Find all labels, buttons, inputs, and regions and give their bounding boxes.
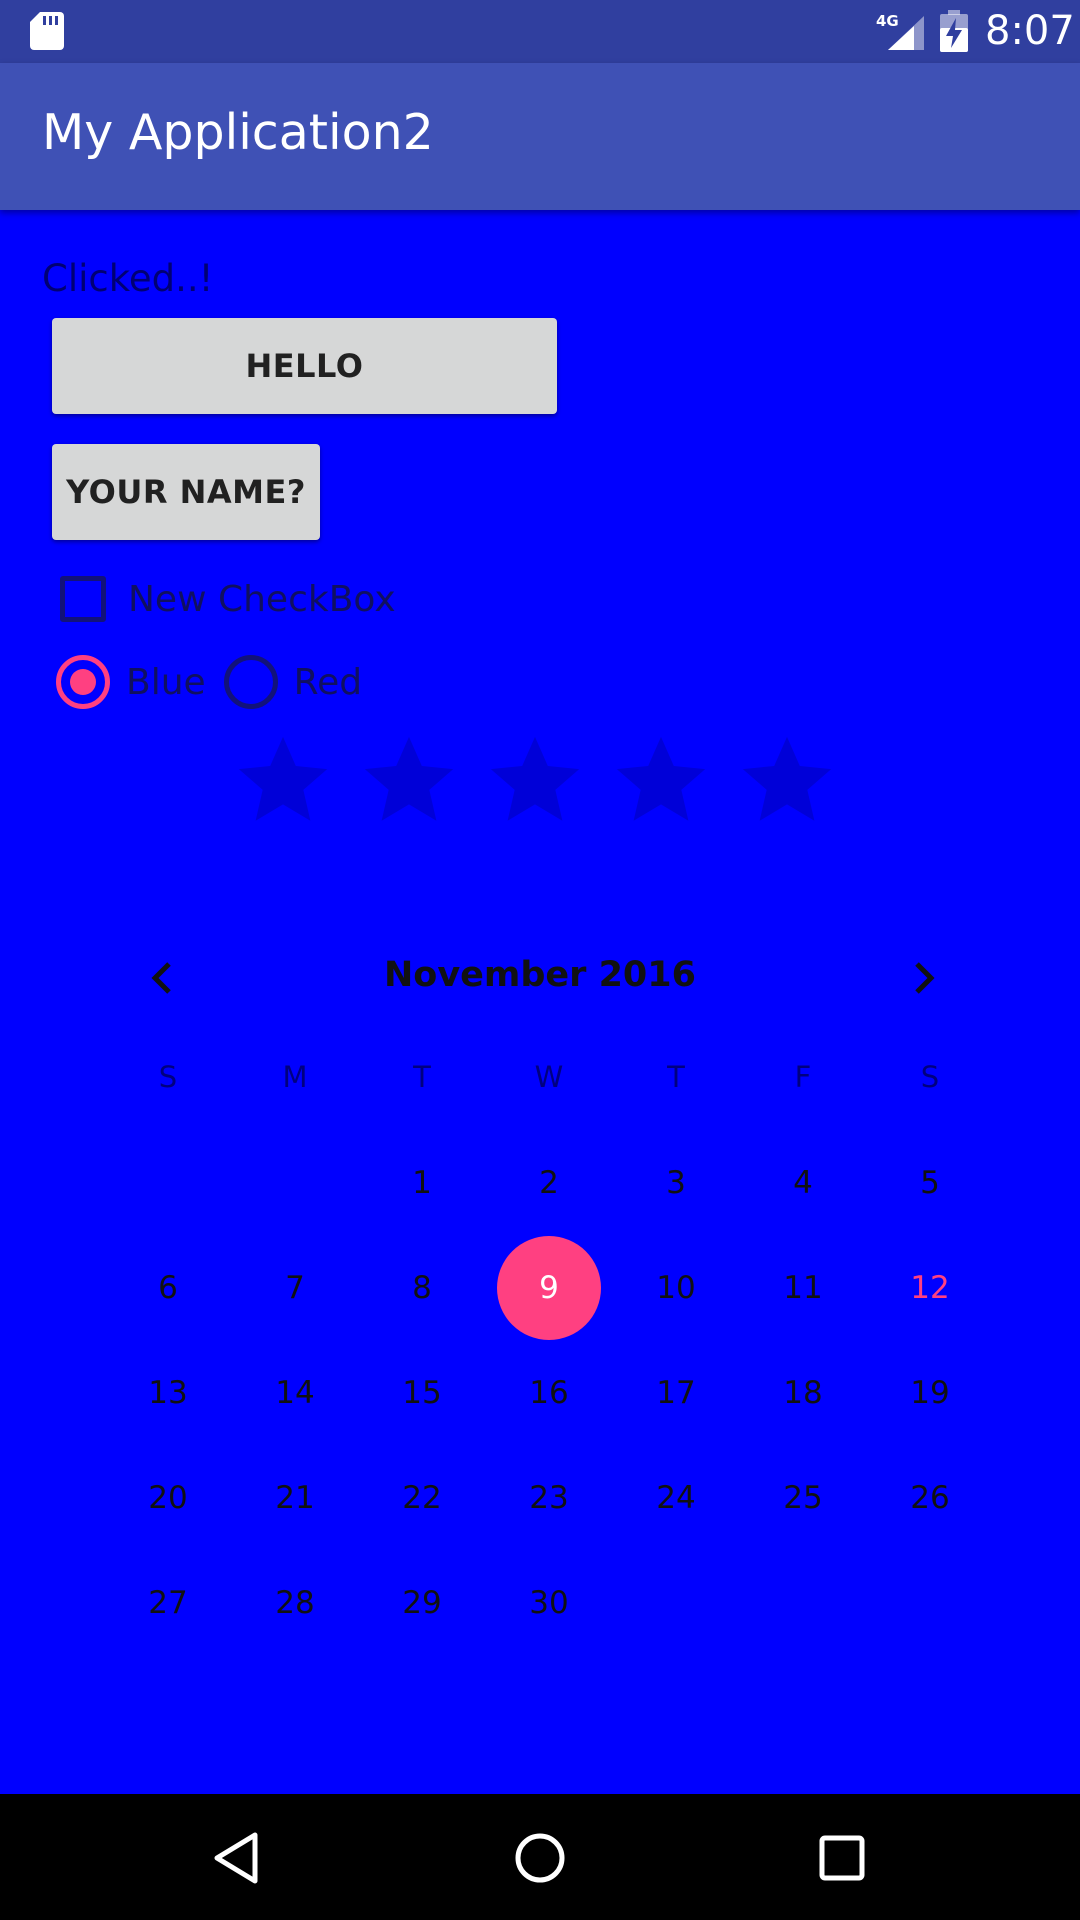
radio-red[interactable] (223, 655, 278, 709)
calendar-day[interactable]: 5 (868, 1130, 992, 1235)
calendar-day[interactable]: 4 (741, 1130, 865, 1235)
chevron-right-icon (915, 962, 935, 994)
weekday-label: S (158, 1060, 178, 1094)
calendar-day[interactable]: 1 (360, 1130, 484, 1235)
home-button[interactable] (508, 1826, 572, 1890)
calendar-day[interactable]: 17 (614, 1340, 738, 1445)
calendar-day[interactable]: 8 (360, 1235, 484, 1340)
radio-red-label[interactable]: Red (294, 662, 362, 703)
calendar-day[interactable]: 12 (868, 1235, 992, 1340)
calendar-day[interactable]: 15 (360, 1340, 484, 1445)
signal-icon: 4G (876, 12, 924, 50)
app-title: My Application2 (42, 104, 434, 161)
checkbox-box[interactable] (60, 576, 106, 622)
calendar-day[interactable]: 19 (868, 1340, 992, 1445)
calendar-day[interactable]: 23 (487, 1445, 611, 1550)
rating-star-icon[interactable] (356, 728, 462, 834)
weekday-label: S (920, 1060, 940, 1094)
back-button[interactable] (204, 1826, 268, 1890)
calendar-day-grid: 1 2 3 4 5 6 7 8 9 10 11 12 13 14 15 16 17 18 19 20 21 22 23 24 2… (106, 1130, 974, 1670)
your-name-button[interactable]: YOUR NAME? (52, 444, 320, 540)
calendar-day[interactable]: 30 (487, 1550, 611, 1655)
radio-blue-dot (70, 669, 96, 695)
radio-blue-label[interactable]: Blue (126, 662, 206, 703)
navigation-bar (0, 1794, 1080, 1920)
battery-charging-icon (940, 10, 968, 52)
next-month-button[interactable] (896, 950, 952, 1006)
calendar-day[interactable]: 3 (614, 1130, 738, 1235)
calendar-day[interactable]: 26 (868, 1445, 992, 1550)
clicked-text: Clicked..! (42, 257, 214, 300)
recents-icon (819, 1835, 865, 1881)
calendar-day[interactable]: 20 (106, 1445, 230, 1550)
selected-day-circle: 9 (497, 1235, 601, 1340)
hello-button[interactable]: HELLO (52, 318, 557, 414)
calendar-day-selected[interactable]: 9 (487, 1235, 611, 1340)
weekday-label: T (413, 1060, 431, 1094)
recents-button[interactable] (810, 1826, 874, 1890)
calendar-day[interactable]: 11 (741, 1235, 865, 1340)
calendar-day[interactable]: 21 (233, 1445, 357, 1550)
home-icon (515, 1833, 565, 1883)
calendar-day[interactable]: 27 (106, 1550, 230, 1655)
back-icon (214, 1832, 258, 1884)
status-time: 8:07 (985, 8, 1075, 54)
calendar-day[interactable]: 29 (360, 1550, 484, 1655)
calendar-day[interactable]: 24 (614, 1445, 738, 1550)
calendar-day[interactable]: 22 (360, 1445, 484, 1550)
calendar-day[interactable]: 10 (614, 1235, 738, 1340)
rating-star-icon[interactable] (482, 728, 588, 834)
weekday-label: M (282, 1060, 308, 1094)
calendar-day[interactable]: 2 (487, 1130, 611, 1235)
weekday-label: W (534, 1060, 564, 1094)
calendar-day[interactable]: 13 (106, 1340, 230, 1445)
new-checkbox[interactable]: New CheckBox (58, 572, 396, 626)
calendar-weekday-header: S M T W T F S (106, 1060, 974, 1110)
weekday-label: T (667, 1060, 685, 1094)
color-radio-group: Blue Red (56, 654, 380, 710)
calendar-day[interactable]: 16 (487, 1340, 611, 1445)
rating-star-icon[interactable] (230, 728, 336, 834)
radio-blue[interactable] (56, 655, 110, 709)
status-bar: 4G 8:07 (0, 0, 1080, 63)
calendar-day[interactable]: 18 (741, 1340, 865, 1445)
calendar-day[interactable]: 14 (233, 1340, 357, 1445)
calendar-day[interactable]: 25 (741, 1445, 865, 1550)
rating-star-icon[interactable] (734, 728, 840, 834)
calendar-day[interactable]: 6 (106, 1235, 230, 1340)
sd-card-icon (30, 12, 64, 50)
calendar-month-label: November 2016 (383, 955, 696, 995)
rating-star-icon[interactable] (608, 728, 714, 834)
network-type-label: 4G (876, 12, 899, 30)
calendar-day[interactable]: 28 (233, 1550, 357, 1655)
weekday-label: F (794, 1060, 812, 1094)
calendar-day[interactable]: 7 (233, 1235, 357, 1340)
app-bar: My Application2 (0, 63, 1080, 210)
checkbox-label: New CheckBox (128, 578, 396, 620)
rating-bar[interactable] (230, 728, 850, 838)
